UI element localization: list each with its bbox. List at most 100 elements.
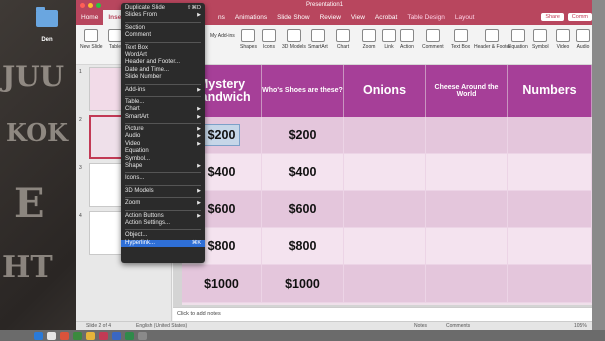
word-icon[interactable] <box>112 331 121 340</box>
tab-transitions[interactable]: ns <box>213 14 230 21</box>
table-cell[interactable] <box>508 228 592 265</box>
app-icon[interactable] <box>60 331 69 340</box>
minimize-icon[interactable] <box>88 3 93 8</box>
menu-item[interactable]: Action Buttons ▶ <box>121 213 205 220</box>
equation-button[interactable]: Equation <box>508 29 528 50</box>
tab-home[interactable]: Home <box>76 14 103 21</box>
menu-item[interactable]: Symbol... <box>121 156 205 163</box>
cell-value[interactable]: $200 <box>202 124 241 146</box>
zoom-level[interactable]: 105% <box>574 323 587 329</box>
table-cell[interactable] <box>344 117 426 154</box>
table-cell[interactable] <box>508 154 592 191</box>
powerpoint-icon[interactable] <box>99 331 108 340</box>
textbox-button[interactable]: Text Box <box>451 29 470 50</box>
table-cell[interactable] <box>344 228 426 265</box>
menu-item[interactable]: Text Box <box>121 45 205 52</box>
zoom-button[interactable]: Zoom <box>362 29 376 50</box>
table-cell[interactable] <box>426 117 508 154</box>
menu-item[interactable]: 3D Models ▶ <box>121 188 205 195</box>
link-button[interactable]: Link <box>382 29 396 50</box>
slide[interactable]: Mystery Sandwich Who's Shoes are these? … <box>182 65 592 305</box>
table-cell[interactable] <box>426 228 508 265</box>
table-cell[interactable] <box>344 265 426 303</box>
menu-item[interactable]: Header and Footer... <box>121 59 205 66</box>
table-cell[interactable]: $800 <box>262 228 344 265</box>
menu-item[interactable]: Hyperlink... ⌘K <box>121 239 205 248</box>
menu-item[interactable]: Comment <box>121 32 205 39</box>
category-header[interactable]: Cheese Around the World <box>426 65 508 117</box>
menu-item[interactable]: Duplicate Slide ⇧⌘D <box>121 5 205 12</box>
category-header[interactable]: Onions <box>344 65 426 117</box>
category-header[interactable]: Numbers <box>508 65 592 117</box>
table-cell[interactable] <box>426 191 508 228</box>
tab-table-design[interactable]: Table Design <box>402 14 450 21</box>
menu-item[interactable]: SmartArt ▶ <box>121 114 205 121</box>
symbol-button[interactable]: Symbol <box>532 29 549 50</box>
jeopardy-table[interactable]: Mystery Sandwich Who's Shoes are these? … <box>182 65 592 303</box>
audio-button[interactable]: Audio <box>576 29 590 50</box>
table-cell[interactable] <box>426 265 508 303</box>
comment-button[interactable]: Comment <box>422 29 444 50</box>
menu-item[interactable]: Video ▶ <box>121 141 205 148</box>
menu-item[interactable]: Section <box>121 25 205 32</box>
category-header[interactable]: Who's Shoes are these? <box>262 65 344 117</box>
language[interactable]: English (United States) <box>136 323 187 329</box>
app-icon[interactable] <box>86 331 95 340</box>
app-icon[interactable] <box>47 331 56 340</box>
action-button[interactable]: Action <box>400 29 414 50</box>
comments-button[interactable]: Comm <box>567 13 592 21</box>
tab-view[interactable]: View <box>346 14 370 21</box>
table-cell[interactable] <box>344 191 426 228</box>
table-cell[interactable] <box>508 265 592 303</box>
menu-item[interactable]: Chart ▶ <box>121 106 205 113</box>
video-button[interactable]: Video <box>556 29 570 50</box>
smartart-button[interactable]: SmartArt <box>308 29 328 50</box>
maximize-icon[interactable] <box>96 3 101 8</box>
table-cell[interactable] <box>508 191 592 228</box>
table-cell[interactable] <box>426 154 508 191</box>
table-cell[interactable]: $1000 <box>182 265 262 303</box>
tab-layout[interactable]: Layout <box>450 14 480 21</box>
menu-item[interactable]: Picture ▶ <box>121 126 205 133</box>
tab-acrobat[interactable]: Acrobat <box>370 14 402 21</box>
notes-pane[interactable]: Click to add notes <box>173 307 592 321</box>
table-cell[interactable]: $1000 <box>262 265 344 303</box>
menu-item[interactable]: Icons... <box>121 175 205 182</box>
folder-label[interactable]: Den <box>32 37 62 43</box>
icons-button[interactable]: Icons <box>262 29 276 50</box>
app-icon[interactable] <box>138 331 147 340</box>
notes-toggle[interactable]: Notes <box>414 323 427 329</box>
menu-item[interactable]: Slide Number <box>121 74 205 81</box>
header-footer-button[interactable]: Header & Footer <box>474 29 511 50</box>
menu-item[interactable]: Table... <box>121 99 205 106</box>
table-cell[interactable]: $200 <box>262 117 344 154</box>
menu-item[interactable]: Slides From ▶ <box>121 12 205 19</box>
menu-item[interactable]: Audio ▶ <box>121 133 205 140</box>
tab-slideshow[interactable]: Slide Show <box>272 14 315 21</box>
menu-item[interactable]: Equation <box>121 148 205 155</box>
folder-icon[interactable] <box>36 7 58 27</box>
table-cell[interactable] <box>344 154 426 191</box>
table-cell[interactable] <box>508 117 592 154</box>
comments-toggle[interactable]: Comments <box>446 323 470 329</box>
my-addins-button[interactable]: My Add-ins <box>210 33 235 39</box>
share-button[interactable]: Share <box>541 13 564 21</box>
shapes-button[interactable]: Shapes <box>240 29 257 50</box>
close-icon[interactable] <box>80 3 85 8</box>
tab-review[interactable]: Review <box>315 14 346 21</box>
chart-button[interactable]: Chart <box>336 29 350 50</box>
menu-item[interactable]: Add-ins ▶ <box>121 87 205 94</box>
tab-animations[interactable]: Animations <box>230 14 272 21</box>
table-cell[interactable]: $400 <box>262 154 344 191</box>
finder-icon[interactable] <box>34 331 43 340</box>
3d-models-button[interactable]: 3D Models <box>282 29 306 50</box>
app-icon[interactable] <box>73 331 82 340</box>
menu-item[interactable]: Object... <box>121 232 205 239</box>
excel-icon[interactable] <box>125 331 134 340</box>
table-button[interactable]: Table <box>108 29 122 50</box>
menu-item[interactable]: Date and Time... <box>121 67 205 74</box>
menu-item[interactable]: Zoom ▶ <box>121 200 205 207</box>
menu-item[interactable]: Shape ▶ <box>121 163 205 170</box>
new-slide-button[interactable]: New Slide <box>80 29 103 50</box>
menu-item[interactable]: WordArt <box>121 52 205 59</box>
